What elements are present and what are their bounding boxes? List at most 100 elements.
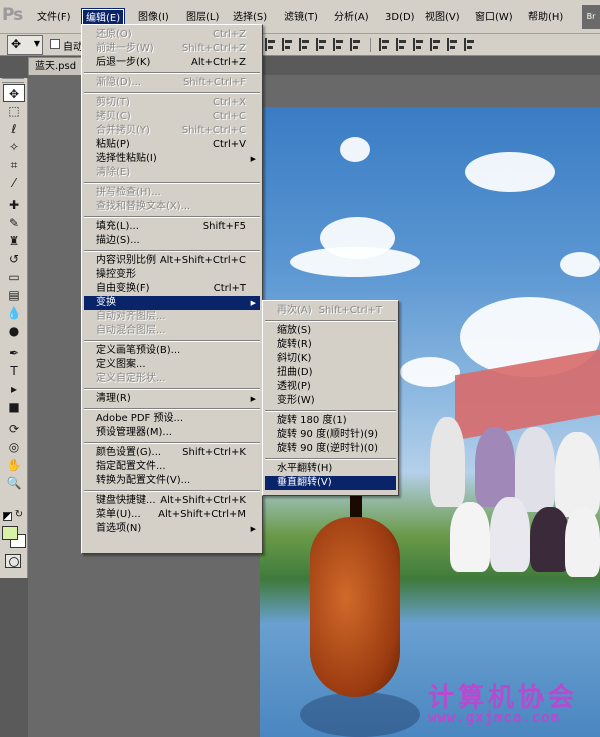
- menu-item-16[interactable]: 填充(L)... Shift+F5: [84, 220, 260, 234]
- menu-item-label: 指定配置文件...: [96, 461, 166, 472]
- crop-tool-icon[interactable]: ⌗: [3, 156, 25, 174]
- auto-select-checkbox[interactable]: [50, 39, 60, 49]
- menu-item-6[interactable]: 透视(P): [265, 380, 396, 394]
- distribute-right-icon[interactable]: [464, 38, 476, 51]
- menu-item-shortcut: Alt+Shift+Ctrl+K: [160, 495, 246, 506]
- submenu-arrow-icon: ▶: [250, 155, 256, 163]
- menu-item-shortcut: Shift+Ctrl+K: [182, 447, 246, 458]
- hand-tool-icon[interactable]: ✋: [3, 456, 25, 474]
- 3d-orbit-tool-icon[interactable]: ◎: [3, 438, 25, 456]
- window-control-icon[interactable]: Br: [582, 5, 600, 29]
- menu-item-27[interactable]: 定义图案...: [84, 358, 260, 372]
- 3d-rotate-tool-icon[interactable]: ⟳: [3, 420, 25, 438]
- distribute-bottom-icon[interactable]: [413, 38, 425, 51]
- menu-item-2[interactable]: 后退一步(K) Alt+Ctrl+Z: [84, 56, 260, 70]
- menu-item-9[interactable]: 旋转 180 度(1): [265, 414, 396, 428]
- menu-7[interactable]: 3D(D): [382, 9, 418, 26]
- align-vcenter-icon[interactable]: [282, 38, 294, 51]
- menu-5[interactable]: 滤镜(T): [281, 9, 321, 26]
- history-brush-tool-icon[interactable]: ↺: [3, 250, 25, 268]
- distribute-top-icon[interactable]: [379, 38, 391, 51]
- pen-tool-icon[interactable]: ✒: [3, 344, 25, 362]
- menu-9[interactable]: 窗口(W): [472, 9, 516, 26]
- eraser-tool-icon[interactable]: ▭: [3, 268, 25, 286]
- menu-separator: [84, 442, 260, 444]
- menu-item-label: 操控变形: [96, 269, 136, 280]
- healing-brush-tool-icon[interactable]: ✚: [3, 196, 25, 214]
- align-left-icon[interactable]: [316, 38, 328, 51]
- menu-item-32[interactable]: Adobe PDF 预设...: [84, 412, 260, 426]
- menu-item-37[interactable]: 转换为配置文件(V)...: [84, 474, 260, 488]
- menu-item-11[interactable]: 旋转 90 度(逆时针)(0): [265, 442, 396, 456]
- menu-item-shortcut: Ctrl+V: [212, 139, 246, 150]
- menu-item-5[interactable]: 扭曲(D): [265, 366, 396, 380]
- document-tab[interactable]: 蓝天.psd: [28, 57, 88, 75]
- distribute-hcenter-icon[interactable]: [447, 38, 459, 51]
- menu-item-label: Adobe PDF 预设...: [96, 413, 184, 424]
- menu-item-2[interactable]: 缩放(S): [265, 324, 396, 338]
- menu-item-40[interactable]: 菜单(U)... Alt+Shift+Ctrl+M: [84, 508, 260, 522]
- gradient-tool-icon[interactable]: ▤: [3, 286, 25, 304]
- menu-item-3[interactable]: 旋转(R): [265, 338, 396, 352]
- swap-colors-icon[interactable]: ↻: [12, 506, 26, 524]
- lasso-tool-icon[interactable]: ℓ: [3, 120, 25, 138]
- menu-item-4[interactable]: 斜切(K): [265, 352, 396, 366]
- path-selection-tool-icon[interactable]: ▸: [3, 380, 25, 398]
- menu-8[interactable]: 视图(V): [422, 9, 463, 26]
- zoom-tool-icon[interactable]: 🔍: [3, 474, 25, 492]
- blur-tool-icon[interactable]: 💧: [3, 304, 25, 322]
- menu-item-35[interactable]: 颜色设置(G)... Shift+Ctrl+K: [84, 446, 260, 460]
- menu-item-22[interactable]: 变换 ▶: [84, 296, 260, 310]
- eyedropper-tool-icon[interactable]: ⁄: [3, 174, 25, 192]
- menu-item-10[interactable]: 选择性粘贴(I) ▶: [84, 152, 260, 166]
- brush-tool-icon[interactable]: ✎: [3, 214, 25, 232]
- person: [450, 502, 490, 572]
- menu-item-30[interactable]: 清理(R) ▶: [84, 392, 260, 406]
- menu-6[interactable]: 分析(A): [331, 9, 372, 26]
- menu-item-shortcut: Shift+Ctrl+T: [318, 305, 382, 316]
- type-tool-icon[interactable]: T: [3, 362, 25, 380]
- menu-item-14: 查找和替换文本(X)...: [84, 200, 260, 214]
- quick-mask-icon[interactable]: [5, 554, 21, 568]
- clone-stamp-tool-icon[interactable]: ♜: [3, 232, 25, 250]
- default-colors-icon[interactable]: [3, 512, 12, 521]
- menu-item-36[interactable]: 指定配置文件...: [84, 460, 260, 474]
- magic-wand-tool-icon[interactable]: ✧: [3, 138, 25, 156]
- menu-item-21[interactable]: 自由变换(F) Ctrl+T: [84, 282, 260, 296]
- menu-item-label: 再次(A): [277, 305, 312, 316]
- menu-separator: [84, 490, 260, 492]
- menu-item-17[interactable]: 描边(S)...: [84, 234, 260, 248]
- foreground-color-swatch[interactable]: [2, 526, 18, 540]
- menu-10[interactable]: 帮助(H): [525, 9, 566, 26]
- move-tool-icon[interactable]: ✥: [3, 84, 25, 102]
- toolbox-grip[interactable]: [2, 78, 24, 83]
- menu-item-20[interactable]: 操控变形: [84, 268, 260, 282]
- menu-item-13[interactable]: 水平翻转(H): [265, 462, 396, 476]
- menu-separator: [84, 182, 260, 184]
- menu-item-7[interactable]: 变形(W): [265, 394, 396, 408]
- menu-item-9[interactable]: 粘贴(P) Ctrl+V: [84, 138, 260, 152]
- menu-item-19[interactable]: 内容识别比例 Alt+Shift+Ctrl+C: [84, 254, 260, 268]
- menu-item-label: 旋转(R): [277, 339, 312, 350]
- menu-item-26[interactable]: 定义画笔预设(B)...: [84, 344, 260, 358]
- distribute-vcenter-icon[interactable]: [396, 38, 408, 51]
- menu-item-39[interactable]: 键盘快捷键... Alt+Shift+Ctrl+K: [84, 494, 260, 508]
- menu-item-label: 定义图案...: [96, 359, 146, 370]
- menu-item-10[interactable]: 旋转 90 度(顺时针)(9): [265, 428, 396, 442]
- align-top-icon[interactable]: [265, 38, 277, 51]
- align-bottom-icon[interactable]: [299, 38, 311, 51]
- menu-item-14[interactable]: 垂直翻转(V): [265, 476, 396, 490]
- align-hcenter-icon[interactable]: [333, 38, 345, 51]
- menu-item-41[interactable]: 首选项(N) ▶: [84, 522, 260, 536]
- distribute-left-icon[interactable]: [430, 38, 442, 51]
- align-right-icon[interactable]: [350, 38, 362, 51]
- shape-tool-icon[interactable]: ■: [3, 398, 25, 416]
- tool-preset-picker[interactable]: ✥ ▼: [7, 35, 43, 55]
- dodge-tool-icon[interactable]: ●: [3, 322, 25, 340]
- menu-0[interactable]: 文件(F): [34, 9, 74, 26]
- marquee-tool-icon[interactable]: ⬚: [3, 102, 25, 120]
- divider: [370, 38, 371, 52]
- menu-item-1: 前进一步(W) Shift+Ctrl+Z: [84, 42, 260, 56]
- menu-item-label: 旋转 90 度(顺时针)(9): [277, 429, 379, 440]
- menu-item-33[interactable]: 预设管理器(M)...: [84, 426, 260, 440]
